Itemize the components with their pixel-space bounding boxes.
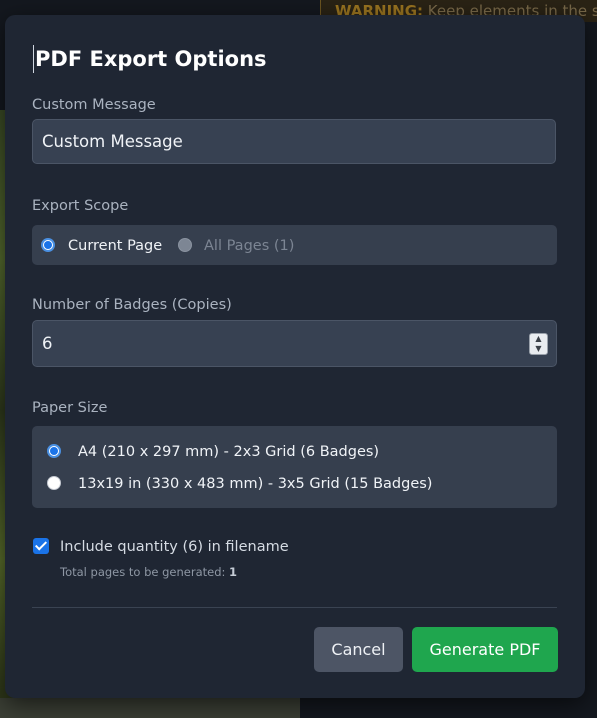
paper-size-label: Paper Size: [32, 400, 108, 416]
background-canvas-bottom: [0, 698, 300, 718]
total-pages-info: Total pages to be generated: 1: [60, 565, 237, 580]
paper-size-group: A4 (210 x 297 mm) - 2x3 Grid (6 Badges) …: [32, 426, 557, 508]
radio-current-page[interactable]: [41, 238, 55, 252]
export-scope-label: Export Scope: [32, 198, 129, 214]
export-scope-group: Current Page All Pages (1): [32, 225, 557, 265]
radio-paper-a4-label[interactable]: A4 (210 x 297 mm) - 2x3 Grid (6 Badges): [78, 443, 379, 461]
total-pages-value: 1: [229, 565, 238, 579]
pdf-export-dialog: PDF Export Options Custom Message Custom…: [5, 15, 585, 698]
custom-message-label: Custom Message: [32, 97, 156, 113]
radio-paper-13x19[interactable]: [47, 476, 61, 490]
badges-count-value: 6: [42, 334, 53, 353]
badges-count-label: Number of Badges (Copies): [32, 297, 232, 313]
cancel-button[interactable]: Cancel: [314, 627, 403, 672]
stepper-down-icon[interactable]: ▼: [530, 344, 547, 354]
radio-current-page-label[interactable]: Current Page: [68, 237, 162, 255]
total-pages-prefix: Total pages to be generated:: [60, 565, 230, 579]
radio-paper-13x19-label[interactable]: 13x19 in (330 x 483 mm) - 3x5 Grid (15 B…: [78, 475, 432, 493]
badges-count-input[interactable]: 6 ▲ ▼: [32, 320, 557, 367]
footer-divider: [32, 607, 557, 608]
include-quantity-checkbox[interactable]: [33, 538, 49, 554]
radio-all-pages-label: All Pages (1): [204, 238, 295, 254]
custom-message-input[interactable]: Custom Message: [32, 119, 556, 164]
stepper-up-icon[interactable]: ▲: [530, 334, 547, 344]
radio-all-pages: [178, 238, 192, 252]
radio-paper-a4[interactable]: [47, 444, 61, 458]
badges-count-stepper[interactable]: ▲ ▼: [529, 333, 548, 355]
generate-pdf-button[interactable]: Generate PDF: [412, 627, 558, 672]
include-quantity-label[interactable]: Include quantity (6) in filename: [60, 538, 289, 556]
dialog-title: PDF Export Options: [33, 45, 267, 73]
